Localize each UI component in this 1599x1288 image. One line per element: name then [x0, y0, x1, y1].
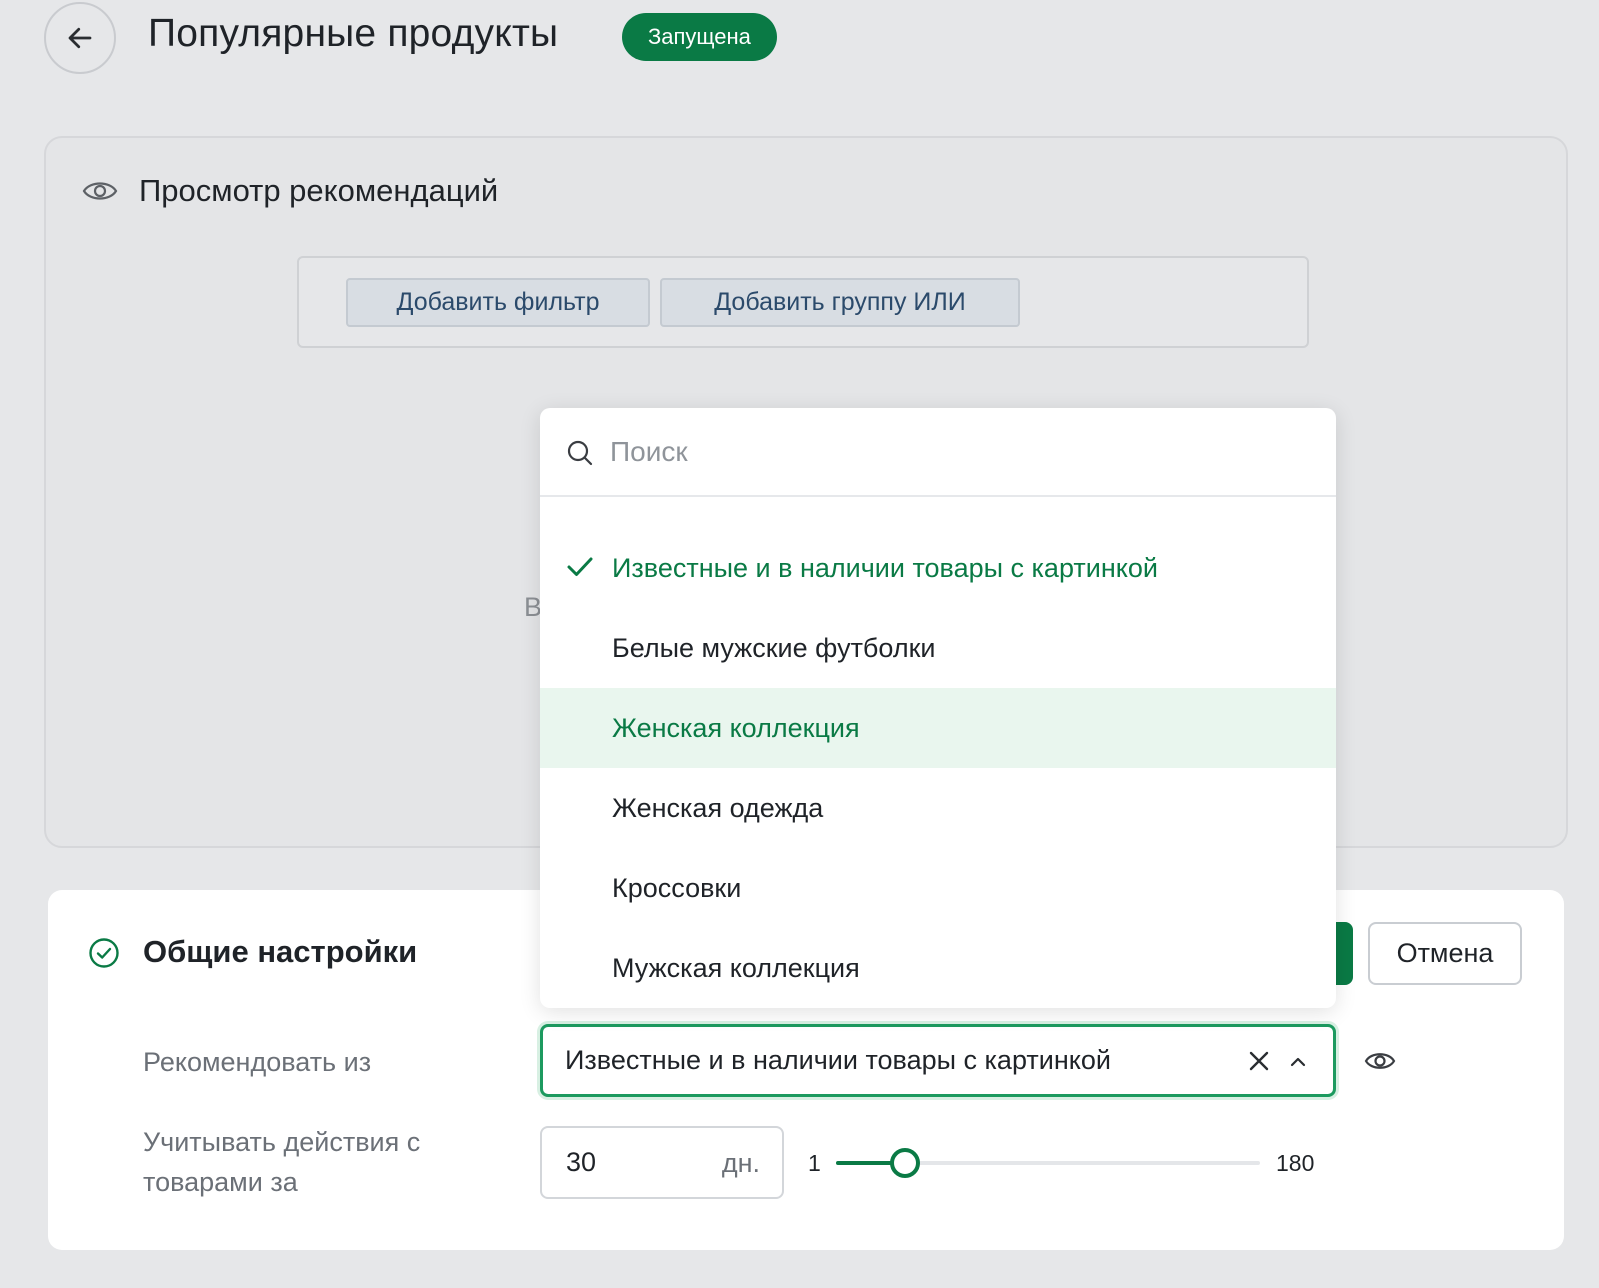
days-value: 30: [566, 1147, 597, 1177]
page-title: Популярные продукты: [148, 12, 559, 55]
slider-min-label: 1: [808, 1150, 821, 1176]
dropdown-option[interactable]: Известные и в наличии товары с картинкой: [540, 528, 1336, 608]
add-or-group-button[interactable]: Добавить группу ИЛИ: [660, 278, 1020, 327]
recommend-from-dropdown: Известные и в наличии товары с картинкой…: [540, 408, 1336, 1008]
select-value: Известные и в наличии товары с картинкой: [565, 1045, 1111, 1075]
status-badge: Запущена: [622, 13, 777, 61]
dropdown-search: [540, 408, 1336, 497]
dropdown-option[interactable]: Женская одежда: [540, 768, 1336, 848]
dropdown-options: Известные и в наличии товары с картинкой…: [540, 528, 1336, 1008]
actions-period-label: Учитывать действия с товарами за: [143, 1122, 420, 1202]
slider-max-label: 180: [1276, 1150, 1315, 1176]
dropdown-option-label: Мужская коллекция: [612, 952, 860, 983]
close-icon[interactable]: [1247, 1049, 1271, 1073]
dropdown-option[interactable]: Женская коллекция: [540, 688, 1336, 768]
settings-title: Общие настройки: [143, 934, 418, 969]
dropdown-option[interactable]: Белые мужские футболки: [540, 608, 1336, 688]
search-icon: [567, 440, 593, 466]
eye-icon[interactable]: [1364, 1047, 1396, 1075]
cancel-button[interactable]: Отмена: [1368, 922, 1522, 985]
days-input[interactable]: 30 дн.: [540, 1126, 784, 1199]
dropdown-option-label: Белые мужские футболки: [612, 632, 936, 663]
back-button[interactable]: [44, 2, 116, 74]
dropdown-option-label: Кроссовки: [612, 872, 742, 903]
recommend-from-select[interactable]: Известные и в наличии товары с картинкой: [540, 1024, 1336, 1097]
eye-icon: [82, 182, 118, 200]
slider-thumb[interactable]: [890, 1148, 920, 1178]
dropdown-option-label: Женская одежда: [612, 792, 824, 823]
preview-title: Просмотр рекомендаций: [139, 173, 499, 208]
search-input[interactable]: [610, 428, 1290, 476]
dropdown-option[interactable]: Кроссовки: [540, 848, 1336, 928]
check-icon: [567, 557, 593, 576]
chevron-up-icon[interactable]: [1289, 1053, 1307, 1071]
arrow-left-icon: [68, 27, 92, 49]
dropdown-option[interactable]: Мужская коллекция: [540, 928, 1336, 1008]
add-filter-button[interactable]: Добавить фильтр: [346, 278, 650, 327]
days-slider[interactable]: [836, 1148, 1260, 1178]
days-unit: дн.: [721, 1148, 760, 1178]
dropdown-option-label: Женская коллекция: [612, 712, 860, 743]
dropdown-option-label: Известные и в наличии товары с картинкой: [612, 552, 1158, 583]
recommend-from-label: Рекомендовать из: [143, 1047, 372, 1077]
actions-period-label-line1: Учитывать действия с: [143, 1127, 421, 1157]
check-circle-icon: [89, 938, 119, 968]
actions-period-label-line2: товарами за: [143, 1167, 298, 1197]
